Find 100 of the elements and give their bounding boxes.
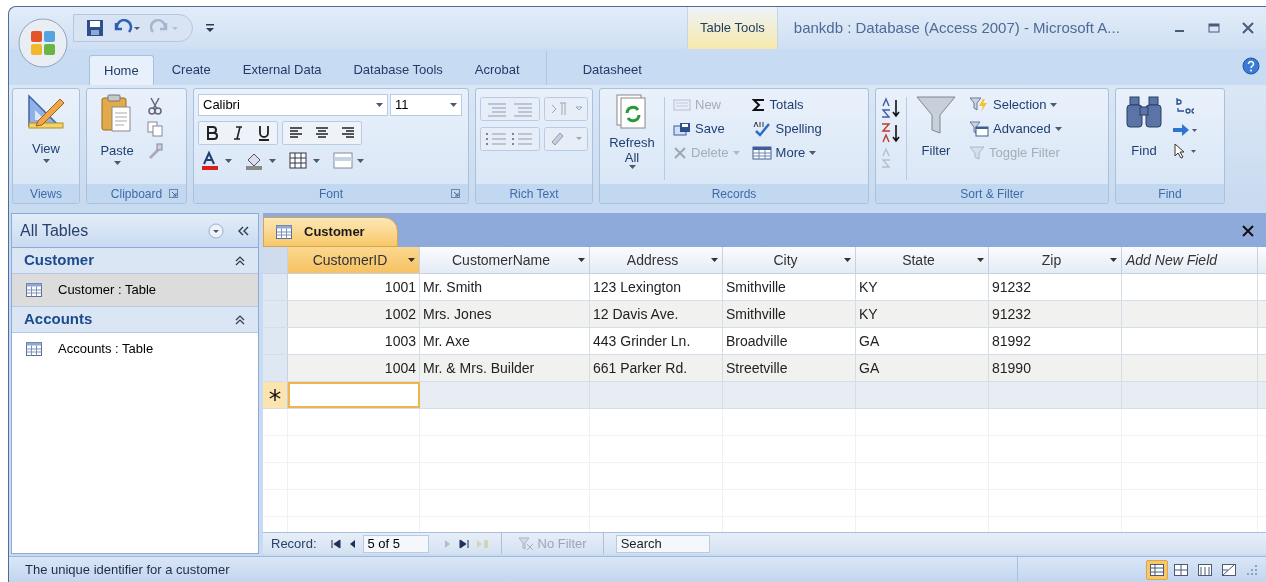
table-cell-text: Mr. & Mrs. Builder <box>423 358 535 378</box>
column-header[interactable]: State <box>856 247 989 273</box>
ribbon-button[interactable]: Spelling <box>747 117 826 141</box>
resize-grip-icon[interactable] <box>1246 563 1258 576</box>
table-cell-text: GA <box>859 331 880 351</box>
ribbon-tab[interactable]: Datasheet <box>568 55 656 85</box>
table-icon <box>26 342 42 356</box>
font-name-field[interactable]: Calibri <box>198 94 388 116</box>
go-to-arrow-icon[interactable] <box>1172 123 1198 137</box>
column-header[interactable]: CustomerName <box>420 247 590 273</box>
dropdown-circle-icon[interactable] <box>208 222 224 239</box>
dialog-launcher-icon[interactable] <box>451 189 460 198</box>
ribbon-button[interactable]: Selection <box>965 93 1066 117</box>
customize-toolbar-icon[interactable] <box>205 22 215 34</box>
new-record-icon <box>673 98 691 112</box>
sigma-icon <box>751 98 766 112</box>
maximize-icon[interactable] <box>1208 22 1220 34</box>
ribbon-button[interactable]: Advanced <box>965 117 1066 141</box>
ribbon-tab[interactable]: Database Tools <box>339 55 457 85</box>
document-tab[interactable]: Customer <box>263 217 398 247</box>
table-cell-text: Mrs. Jones <box>423 304 492 324</box>
table-cell-text: 1002 <box>384 304 416 324</box>
caret-icon <box>376 103 383 107</box>
dialog-launcher-icon[interactable] <box>169 189 178 198</box>
table-cell-text: 661 Parker Rd. <box>593 358 688 378</box>
caret-icon <box>809 151 817 155</box>
caret-icon <box>977 258 984 262</box>
help-icon[interactable] <box>1242 57 1260 75</box>
funnel-icon <box>915 93 957 137</box>
collapse-pane-icon[interactable] <box>236 224 250 237</box>
pane-title: All Tables <box>20 220 90 241</box>
caret-icon <box>578 258 585 262</box>
collapse-chevron-icon[interactable] <box>234 313 246 326</box>
table-cell-text: KY <box>859 304 878 324</box>
search-field[interactable]: Search <box>615 534 710 553</box>
caret-icon <box>628 165 636 169</box>
grid-icon <box>751 146 772 160</box>
column-header[interactable]: Add New Field <box>1122 247 1258 273</box>
close-icon[interactable] <box>1242 225 1254 237</box>
row-selector[interactable] <box>263 382 288 408</box>
caret-icon <box>450 103 457 107</box>
window-title: bankdb : Database (Access 2007) - Microsoft A... <box>793 17 1120 38</box>
sort-descending-icon[interactable] <box>880 122 902 144</box>
sort-ascending-icon[interactable] <box>880 97 902 119</box>
table-cell-text: 1001 <box>384 277 416 297</box>
table-cell-text: Broadville <box>726 331 788 351</box>
table-icon <box>276 225 292 239</box>
ribbon-tab[interactable]: Acrobat <box>460 55 534 85</box>
view-switch-button[interactable] <box>1146 559 1168 580</box>
table-cell-text: 1004 <box>384 358 416 378</box>
record-position-field[interactable]: 5 of 5 <box>362 534 429 553</box>
ribbon-button[interactable]: More <box>747 141 826 165</box>
save-icon <box>673 122 691 136</box>
delete-icon <box>673 146 687 160</box>
collapse-chevron-icon[interactable] <box>234 254 246 267</box>
table-cell-text: 91232 <box>992 304 1031 324</box>
save-icon[interactable] <box>86 19 104 37</box>
table-cell-text: 81992 <box>992 331 1031 351</box>
column-header[interactable]: CustomerID <box>288 247 420 273</box>
column-header[interactable]: Address <box>590 247 723 273</box>
contextual-tab-group: Table Tools <box>687 7 778 49</box>
group-label: Views <box>30 185 62 203</box>
group-label: Records <box>711 185 757 203</box>
ribbon-tab[interactable]: External Data <box>228 55 336 85</box>
status-text: The unique identifier for a customer <box>24 560 231 579</box>
paste-button[interactable]: Paste <box>91 93 143 184</box>
view-button[interactable]: View <box>17 93 75 184</box>
font-size-field[interactable]: 11 <box>390 94 462 116</box>
ribbon-tab[interactable]: Home <box>89 55 154 85</box>
nav-group-header[interactable]: Accounts <box>12 307 258 333</box>
refresh-all-button[interactable]: Refresh All <box>604 93 660 184</box>
scissors-icon[interactable] <box>147 97 163 115</box>
active-cell[interactable] <box>288 382 420 408</box>
replace-icon[interactable] <box>1174 97 1196 117</box>
ribbon-button[interactable]: Save <box>669 117 744 141</box>
filter-lightning-icon <box>969 97 989 113</box>
nav-item[interactable]: Customer : Table <box>12 274 258 307</box>
caret-icon <box>711 258 718 262</box>
table-cell-text: Mr. Axe <box>423 331 470 351</box>
table-cell-text: 443 Grinder Ln. <box>593 331 691 351</box>
caret-icon <box>1110 258 1117 262</box>
first-record-icon[interactable] <box>328 537 343 550</box>
column-header[interactable]: City <box>723 247 856 273</box>
spelling-check-icon <box>751 121 772 137</box>
filter-button[interactable]: Filter <box>911 93 961 184</box>
last-record-icon[interactable] <box>456 537 471 550</box>
table-cell-text: Smithville <box>726 304 786 324</box>
close-icon[interactable] <box>1242 22 1254 34</box>
find-button[interactable]: Find <box>1120 93 1168 184</box>
group-label: Font <box>319 185 343 203</box>
ribbon-button[interactable]: Totals <box>747 93 826 117</box>
nav-group-header[interactable]: Customer <box>12 248 258 274</box>
pointer-icon[interactable] <box>1172 143 1198 159</box>
refresh-icon <box>615 93 649 131</box>
filter-icon <box>969 146 985 160</box>
group-label: Clipboard <box>110 185 163 203</box>
caret-icon <box>844 258 851 262</box>
caret-icon <box>408 258 415 262</box>
ribbon-tab[interactable]: Create <box>157 55 225 85</box>
column-header[interactable]: Zip <box>989 247 1122 273</box>
